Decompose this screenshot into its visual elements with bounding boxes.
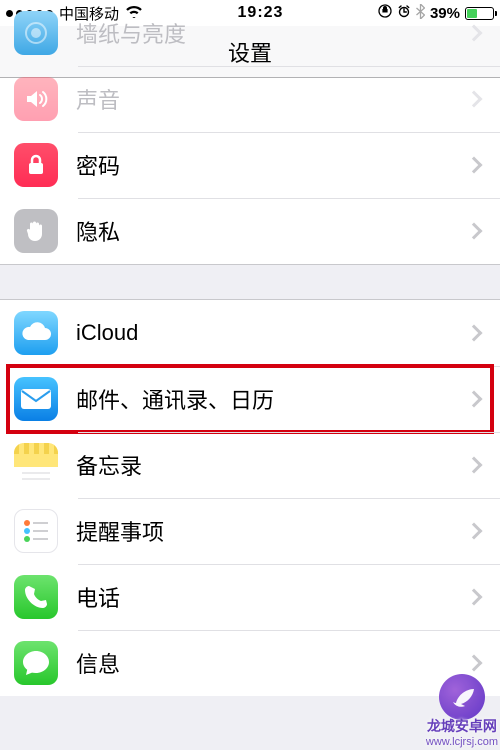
row-label: 隐私 — [76, 215, 468, 247]
row-mail-contacts-calendar[interactable]: 邮件、通讯录、日历 — [0, 366, 500, 432]
watermark-logo-icon — [439, 674, 485, 720]
notes-icon — [14, 443, 58, 487]
chevron-right-icon — [466, 223, 483, 240]
row-label: 提醒事项 — [76, 515, 468, 547]
chevron-right-icon — [466, 157, 483, 174]
messages-icon — [14, 641, 58, 685]
row-privacy[interactable]: 隐私 — [0, 198, 500, 264]
row-sound[interactable]: 声音 — [0, 66, 500, 132]
row-wallpaper[interactable]: 墙纸与亮度 — [0, 0, 500, 66]
row-phone[interactable]: 电话 — [0, 564, 500, 630]
chevron-right-icon — [466, 457, 483, 474]
chevron-right-icon — [466, 25, 483, 42]
row-label: 邮件、通讯录、日历 — [76, 383, 468, 415]
chevron-right-icon — [466, 325, 483, 342]
row-label: 墙纸与亮度 — [76, 17, 468, 49]
cloud-icon — [14, 311, 58, 355]
group-general: 墙纸与亮度 声音 密码 隐私 — [0, 0, 500, 264]
hand-icon — [14, 209, 58, 253]
watermark-url: www.lcjrsj.com — [426, 736, 498, 748]
row-label: 电话 — [76, 581, 468, 613]
chevron-right-icon — [466, 589, 483, 606]
group-separator — [0, 264, 500, 300]
sound-icon — [14, 77, 58, 121]
lock-icon — [14, 143, 58, 187]
chevron-right-icon — [466, 391, 483, 408]
row-label: iCloud — [76, 320, 468, 346]
row-label: 密码 — [76, 149, 468, 181]
row-label: 备忘录 — [76, 449, 468, 481]
chevron-right-icon — [466, 91, 483, 108]
chevron-right-icon — [466, 523, 483, 540]
row-label: 声音 — [76, 83, 468, 115]
row-password[interactable]: 密码 — [0, 132, 500, 198]
wallpaper-icon — [14, 11, 58, 55]
row-icloud[interactable]: iCloud — [0, 300, 500, 366]
row-notes[interactable]: 备忘录 — [0, 432, 500, 498]
watermark: 龙城安卓网 www.lcjrsj.com — [426, 674, 498, 748]
phone-icon — [14, 575, 58, 619]
row-label: 信息 — [76, 647, 468, 679]
row-reminders[interactable]: 提醒事项 — [0, 498, 500, 564]
mail-icon — [14, 377, 58, 421]
watermark-name: 龙城安卓网 — [427, 716, 497, 736]
group-accounts: iCloud 邮件、通讯录、日历 备忘录 提醒事项 — [0, 300, 500, 696]
settings-screen: 中国移动 19:23 39% 设置 — [0, 0, 500, 750]
chevron-right-icon — [466, 655, 483, 672]
reminders-icon — [14, 509, 58, 553]
